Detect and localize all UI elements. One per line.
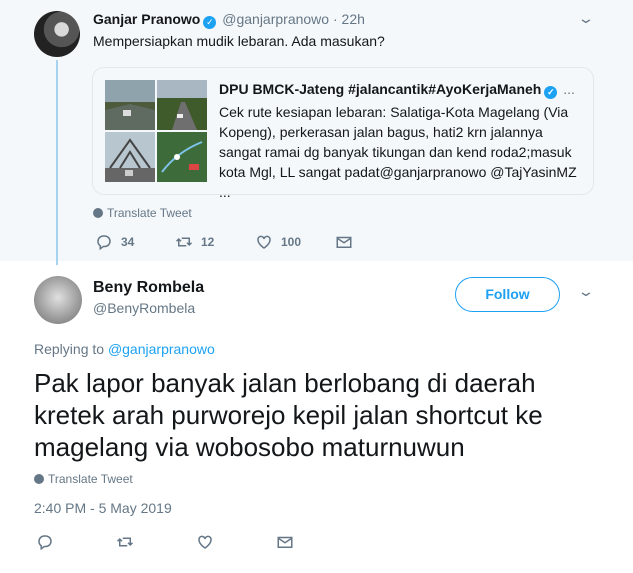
quoted-tweet-header: DPU BMCK-Jateng #jalancantik#AyoKerjaMan… bbox=[219, 81, 575, 99]
quoted-header-ellipsis: ... bbox=[563, 81, 575, 97]
retweet-icon bbox=[116, 537, 134, 547]
avatar[interactable] bbox=[34, 276, 82, 324]
replying-handle-link[interactable]: @ganjarpranowo bbox=[108, 341, 215, 357]
direct-message-button[interactable] bbox=[335, 233, 361, 251]
thread-line bbox=[56, 60, 58, 265]
media-thumbnail[interactable] bbox=[105, 132, 155, 182]
separator: · bbox=[332, 11, 338, 27]
quoted-tweet[interactable]: DPU BMCK-Jateng #jalancantik#AyoKerjaMan… bbox=[92, 67, 594, 200]
quoted-tweet-text: Cek rute kesiapan lebaran: Salatiga-Kota… bbox=[219, 104, 577, 200]
envelope-icon bbox=[277, 536, 293, 548]
chevron-down-icon[interactable]: ⌄ bbox=[577, 283, 595, 300]
retweet-button[interactable] bbox=[116, 533, 142, 551]
tweet-time[interactable]: 22h bbox=[342, 11, 365, 27]
retweet-button[interactable]: 12 bbox=[175, 233, 214, 251]
translate-label: Translate Tweet bbox=[107, 206, 192, 220]
media-thumbnail[interactable] bbox=[105, 80, 155, 130]
avatar[interactable] bbox=[34, 11, 80, 57]
quoted-author-name: DPU BMCK-Jateng #jalancantik#AyoKerjaMan… bbox=[219, 81, 542, 97]
like-button[interactable]: 100 bbox=[255, 233, 301, 251]
tweet-text: Mempersiapkan mudik lebaran. Ada masukan… bbox=[93, 33, 385, 49]
reply-icon bbox=[97, 235, 111, 251]
verified-badge-icon: ✓ bbox=[544, 86, 558, 99]
tweet-text: Pak lapor banyak jalan berlobang di daer… bbox=[34, 368, 543, 462]
media-thumbnail[interactable] bbox=[157, 132, 207, 182]
heart-icon bbox=[198, 535, 212, 549]
replying-to: Replying to @ganjarpranowo bbox=[34, 341, 215, 357]
like-button[interactable] bbox=[196, 533, 222, 551]
retweet-count: 12 bbox=[201, 235, 215, 249]
replying-prefix: Replying to bbox=[34, 341, 105, 357]
chevron-down-icon[interactable]: ⌄ bbox=[577, 10, 595, 27]
translate-label: Translate Tweet bbox=[48, 472, 133, 486]
translate-tweet-link[interactable]: Translate Tweet bbox=[93, 206, 192, 220]
reply-count: 34 bbox=[121, 235, 135, 249]
reply-button[interactable] bbox=[36, 533, 62, 551]
author-name[interactable]: Beny Rombela bbox=[93, 279, 204, 297]
direct-message-button[interactable] bbox=[276, 533, 302, 551]
tweet-timestamp[interactable]: 2:40 PM - 5 May 2019 bbox=[34, 500, 172, 516]
verified-badge-icon: ✓ bbox=[203, 16, 217, 29]
media-thumbnail[interactable] bbox=[157, 80, 207, 130]
reply-button[interactable]: 34 bbox=[95, 233, 134, 251]
author-handle[interactable]: @BenyRombela bbox=[93, 300, 195, 316]
heart-icon bbox=[257, 235, 271, 249]
globe-icon bbox=[34, 474, 44, 484]
parent-tweet[interactable]: Ganjar Pranowo ✓ @ganjarpranowo · 22h ⌄ M… bbox=[0, 0, 633, 265]
author-name[interactable]: Ganjar Pranowo bbox=[93, 11, 200, 27]
follow-button[interactable]: Follow bbox=[455, 277, 560, 312]
like-count: 100 bbox=[281, 235, 302, 249]
envelope-icon bbox=[336, 236, 352, 248]
author-handle[interactable]: @ganjarpranowo bbox=[222, 11, 329, 27]
globe-icon bbox=[93, 208, 103, 218]
parent-tweet-header: Ganjar Pranowo ✓ @ganjarpranowo · 22h bbox=[93, 11, 365, 29]
quoted-media-grid[interactable] bbox=[105, 80, 208, 182]
reply-icon bbox=[38, 535, 52, 551]
translate-tweet-link[interactable]: Translate Tweet bbox=[34, 472, 133, 486]
retweet-icon bbox=[175, 237, 193, 247]
